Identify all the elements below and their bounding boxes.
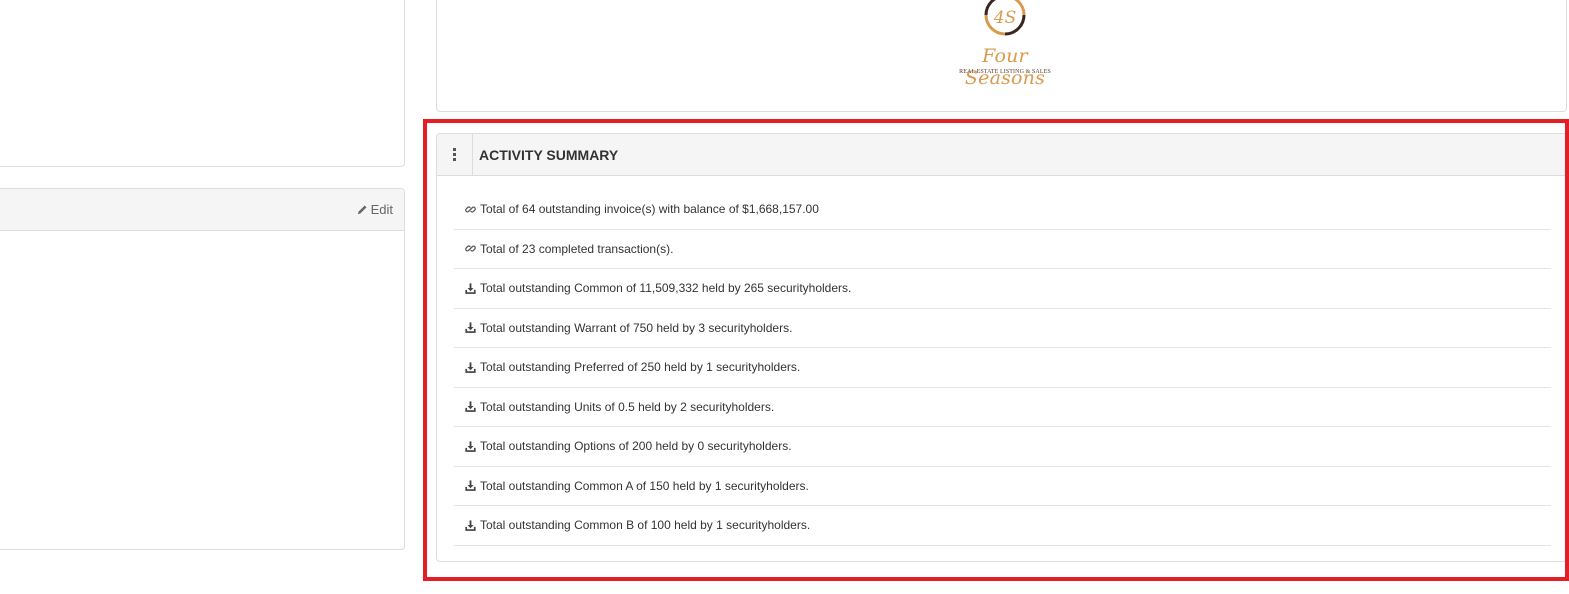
list-item-text: Total outstanding Common B of 100 held b…	[480, 518, 811, 533]
list-item[interactable]: Total outstanding Warrant of 750 held by…	[454, 309, 1551, 348]
activity-summary-heading: ACTIVITY SUMMARY	[437, 134, 1566, 176]
list-item[interactable]: Total of 64 outstanding invoice(s) with …	[454, 190, 1551, 230]
list-item-text: Total outstanding Units of 0.5 held by 2…	[480, 399, 775, 414]
list-item[interactable]: Total outstanding Common A of 150 held b…	[454, 467, 1551, 506]
list-item[interactable]: Total of 23 completed transaction(s).	[454, 230, 1551, 269]
activity-summary-panel: ACTIVITY SUMMARY Total of 64 outstanding…	[436, 133, 1567, 562]
pencil-icon	[357, 204, 367, 215]
left-bottom-panel: Edit	[0, 188, 405, 550]
list-item-text: Total of 64 outstanding invoice(s) with …	[480, 202, 819, 217]
list-item-text: Total outstanding Options of 200 held by…	[480, 439, 792, 454]
panel-title: ACTIVITY SUMMARY	[479, 146, 619, 163]
drag-handle[interactable]	[437, 134, 473, 175]
download-icon	[464, 479, 477, 492]
list-item-text: Total outstanding Warrant of 750 held by…	[480, 320, 793, 335]
logo-name: Four Seasons	[964, 45, 1046, 89]
list-item[interactable]: Total outstanding Common of 11,509,332 h…	[454, 269, 1551, 309]
list-item-text: Total outstanding Preferred of 250 held …	[480, 360, 801, 375]
edit-label: Edit	[370, 202, 393, 217]
activity-list: Total of 64 outstanding invoice(s) with …	[454, 190, 1551, 546]
download-icon	[464, 361, 477, 374]
list-item-text: Total of 23 completed transaction(s).	[480, 241, 674, 256]
left-bottom-panel-heading: Edit	[0, 189, 404, 231]
logo-monogram: 4S	[993, 8, 1016, 28]
download-icon	[464, 282, 477, 295]
download-icon	[464, 519, 477, 532]
list-item-text: Total outstanding Common of 11,509,332 h…	[480, 281, 852, 296]
vertical-dots-icon	[453, 148, 456, 161]
company-logo: 4S Four Seasons REAL ESTATE LISTING & SA…	[950, 0, 1060, 89]
list-item-text: Total outstanding Common A of 150 held b…	[480, 478, 809, 493]
edit-button[interactable]: Edit	[357, 202, 393, 217]
download-icon	[464, 400, 477, 413]
company-logo-panel: 4S Four Seasons REAL ESTATE LISTING & SA…	[436, 0, 1567, 112]
link-icon	[464, 242, 477, 255]
download-icon	[464, 321, 477, 334]
list-item[interactable]: Total outstanding Preferred of 250 held …	[454, 348, 1551, 388]
link-icon	[464, 203, 477, 216]
list-item[interactable]: Total outstanding Options of 200 held by…	[454, 427, 1551, 467]
logo-tagline: REAL ESTATE LISTING & SALES	[959, 69, 1051, 75]
left-top-panel	[0, 0, 405, 167]
list-item[interactable]: Total outstanding Units of 0.5 held by 2…	[454, 388, 1551, 427]
monogram-icon: 4S	[984, 0, 1026, 36]
list-item[interactable]: Total outstanding Common B of 100 held b…	[454, 506, 1551, 546]
download-icon	[464, 440, 477, 453]
